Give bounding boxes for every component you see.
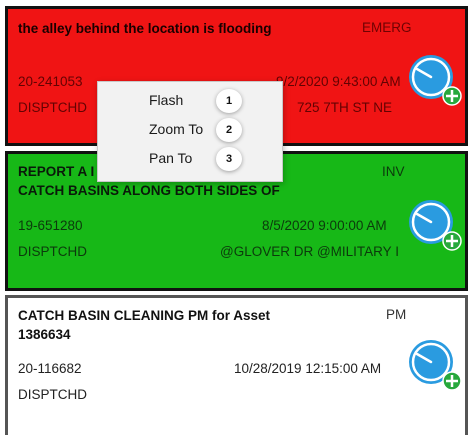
card-status: DISPTCHD [18,100,88,115]
shortcut-badge: 2 [216,118,242,142]
shortcut-badge: 3 [216,147,242,171]
card-address: @GLOVER DR @MILITARY I [220,244,399,259]
menu-item-zoom-to[interactable]: Zoom To 2 [98,116,282,144]
menu-item-label: Zoom To [149,121,204,137]
card-title-line2: CATCH BASINS ALONG BOTH SIDES OF [18,183,280,198]
card-datetime: 9/2/2020 9:43:00 AM [276,74,401,89]
card-title: the alley behind the location is floodin… [18,21,272,36]
card-datetime: 8/5/2020 9:00:00 AM [262,218,387,233]
card-title: CATCH BASIN CLEANING PM for Asset 138663… [18,308,271,342]
menu-item-label: Pan To [149,150,193,166]
menu-item-pan-to[interactable]: Pan To 3 [98,145,282,173]
card-id: 19-651280 [18,218,83,233]
clock-add-icon[interactable] [403,192,467,256]
shortcut-badge: 1 [216,89,242,113]
card-type: PM [386,307,407,322]
clock-add-icon[interactable] [403,332,467,396]
card-datetime: 10/28/2019 12:15:00 AM [234,361,382,376]
card-status: DISPTCHD [18,244,88,259]
card-id: 20-241053 [18,74,83,89]
card-type: EMERG [362,20,412,35]
card-id: 20-116682 [18,361,82,376]
card-status: DISPTCHD [18,387,88,402]
card-type: INV [382,164,405,179]
menu-item-label: Flash [149,92,184,108]
card-address: 725 7TH ST NE [297,100,393,115]
context-menu: Flash 1 Zoom To 2 Pan To 3 [97,81,283,182]
clock-add-icon[interactable] [403,47,467,111]
menu-item-flash[interactable]: Flash 1 [98,87,282,115]
work-order-card-pm[interactable]: CATCH BASIN CLEANING PM for Asset 138663… [5,295,468,435]
